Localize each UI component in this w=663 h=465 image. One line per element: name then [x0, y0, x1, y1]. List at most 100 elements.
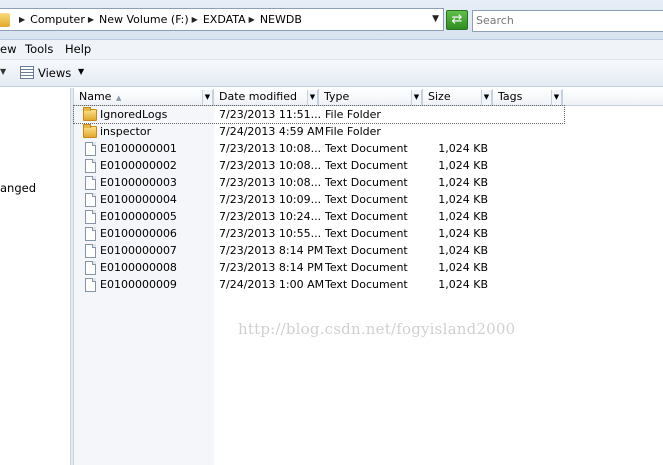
- chevron-right-icon[interactable]: ▶: [19, 15, 25, 24]
- text-document-icon: [83, 176, 97, 190]
- file-row[interactable]: inspector 7/24/2013 4:59 AM File Folder: [74, 123, 663, 140]
- file-row[interactable]: E0100000008 7/23/2013 8:14 PM Text Documen…: [74, 259, 663, 276]
- menu-item-view[interactable]: ew: [0, 42, 16, 56]
- file-size: 1,024 KB: [438, 244, 488, 257]
- text-document-icon-shape: [85, 227, 96, 241]
- file-type: Text Document: [325, 176, 408, 189]
- type-filter-dropdown-icon[interactable]: ▼: [411, 90, 422, 105]
- file-size: 1,024 KB: [438, 193, 488, 206]
- address-field[interactable]: ▶ Computer ▶ New Volume (F:) ▶ EXDATA ▶ …: [0, 8, 444, 31]
- file-row[interactable]: E0100000002 7/23/2013 10:08... Text Docume…: [74, 157, 663, 174]
- text-document-icon-shape: [85, 244, 96, 258]
- file-row[interactable]: E0100000005 7/23/2013 10:24... Text Docume…: [74, 208, 663, 225]
- menu-bar: ew Tools Help: [0, 40, 663, 60]
- file-size: 1,024 KB: [438, 142, 488, 155]
- text-document-icon-shape: [85, 210, 96, 224]
- file-size: 1,024 KB: [438, 261, 488, 274]
- breadcrumb-newdb[interactable]: ▶ NEWDB: [246, 13, 302, 26]
- file-type: Text Document: [325, 193, 408, 206]
- breadcrumb-exdata[interactable]: ▶ EXDATA: [189, 13, 246, 26]
- file-row[interactable]: E0100000001 7/23/2013 10:08... Text Docume…: [74, 140, 663, 157]
- refresh-icon: ⇄: [451, 12, 463, 27]
- file-name: E0100000009: [100, 278, 177, 291]
- menu-item-tools[interactable]: Tools: [25, 42, 53, 56]
- folder-icon-shape: [83, 107, 97, 121]
- text-document-icon: [83, 193, 97, 207]
- column-header-date-modified[interactable]: Date modified: [214, 89, 319, 106]
- file-name: E0100000002: [100, 159, 177, 172]
- file-date-modified: 7/23/2013 8:14 PM: [219, 261, 324, 274]
- text-document-icon-shape: [85, 142, 96, 156]
- search-input[interactable]: Search: [472, 10, 663, 32]
- file-date-modified: 7/23/2013 8:14 PM: [219, 244, 324, 257]
- chevron-right-icon[interactable]: ▶: [249, 15, 255, 24]
- file-date-modified: 7/23/2013 10:08...: [219, 159, 322, 172]
- address-bar-region: ▶ Computer ▶ New Volume (F:) ▶ EXDATA ▶ …: [0, 0, 663, 40]
- file-name: E0100000004: [100, 193, 177, 206]
- file-type: Text Document: [325, 210, 408, 223]
- address-dropdown-icon[interactable]: ▼: [432, 14, 439, 24]
- file-type: Text Document: [325, 142, 408, 155]
- chevron-right-icon[interactable]: ▶: [88, 15, 94, 24]
- file-type: Text Document: [325, 244, 408, 257]
- text-document-icon: [83, 261, 97, 275]
- file-row[interactable]: E0100000006 7/23/2013 10:55... Text Docume…: [74, 225, 663, 242]
- file-name: E0100000006: [100, 227, 177, 240]
- refresh-button[interactable]: ⇄: [446, 10, 468, 30]
- file-size: 1,024 KB: [438, 159, 488, 172]
- views-button[interactable]: Views: [38, 66, 71, 80]
- breadcrumb-new-volume[interactable]: ▶ New Volume (F:): [85, 13, 189, 26]
- file-name: E0100000008: [100, 261, 177, 274]
- file-date-modified: 7/23/2013 10:08...: [219, 176, 322, 189]
- file-size: 1,024 KB: [438, 176, 488, 189]
- folder-icon-shape: [83, 124, 97, 138]
- folder-icon: [83, 124, 97, 138]
- text-document-icon: [83, 278, 97, 292]
- file-row[interactable]: E0100000009 7/24/2013 1:00 AM Text Documen…: [74, 276, 663, 293]
- file-date-modified: 7/23/2013 11:51...: [219, 108, 322, 121]
- file-row[interactable]: E0100000007 7/23/2013 8:14 PM Text Documen…: [74, 242, 663, 259]
- text-document-icon-shape: [85, 261, 96, 275]
- file-name: E0100000005: [100, 210, 177, 223]
- text-document-icon-shape: [85, 176, 96, 190]
- sort-ascending-icon: ▲: [116, 94, 122, 102]
- folder-icon: [0, 12, 10, 27]
- organize-dropdown-icon[interactable]: ▼: [0, 67, 6, 76]
- file-row[interactable]: E0100000004 7/23/2013 10:09... Text Docume…: [74, 191, 663, 208]
- file-name: E0100000007: [100, 244, 177, 257]
- chevron-right-icon[interactable]: ▶: [192, 15, 198, 24]
- text-document-icon-shape: [85, 193, 96, 207]
- file-row[interactable]: E0100000003 7/23/2013 10:08... Text Docume…: [74, 174, 663, 191]
- nav-item-recently-changed[interactable]: anged: [0, 181, 36, 195]
- file-type: Text Document: [325, 278, 408, 291]
- file-date-modified: 7/24/2013 4:59 AM: [219, 125, 325, 138]
- file-date-modified: 7/24/2013 1:00 AM: [219, 278, 325, 291]
- menu-item-help[interactable]: Help: [65, 42, 91, 56]
- date-filter-dropdown-icon[interactable]: ▼: [307, 90, 318, 105]
- file-name: IgnoredLogs: [100, 108, 168, 121]
- file-type: Text Document: [325, 227, 408, 240]
- file-row[interactable]: IgnoredLogs 7/23/2013 11:51... File Folder: [73, 105, 565, 124]
- watermark-text: http://blog.csdn.net/fogyisland2000: [238, 320, 516, 338]
- file-date-modified: 7/23/2013 10:55...: [219, 227, 322, 240]
- column-header-row: Name ▲ ▼ Date modified ▼ Type ▼ Size ▼ T…: [74, 89, 663, 106]
- file-list: Name ▲ ▼ Date modified ▼ Type ▼ Size ▼ T…: [73, 88, 663, 465]
- file-name: inspector: [100, 125, 152, 138]
- file-type: Text Document: [325, 159, 408, 172]
- navigation-pane: anged: [0, 88, 70, 465]
- command-toolbar: ▼ Views ▼: [0, 60, 663, 87]
- views-dropdown-icon[interactable]: ▼: [78, 67, 84, 76]
- folder-icon: [83, 107, 97, 121]
- views-icon[interactable]: [20, 66, 34, 79]
- tags-filter-dropdown-icon[interactable]: ▼: [551, 90, 562, 105]
- file-type: File Folder: [325, 108, 381, 121]
- column-header-name[interactable]: Name ▲: [74, 89, 214, 106]
- text-document-icon-shape: [85, 159, 96, 173]
- name-filter-dropdown-icon[interactable]: ▼: [202, 90, 213, 105]
- text-document-icon: [83, 159, 97, 173]
- size-filter-dropdown-icon[interactable]: ▼: [481, 90, 492, 105]
- column-header-type[interactable]: Type: [319, 89, 423, 106]
- file-date-modified: 7/23/2013 10:08...: [219, 142, 322, 155]
- breadcrumb-computer[interactable]: ▶ Computer: [16, 13, 85, 26]
- file-type: File Folder: [325, 125, 381, 138]
